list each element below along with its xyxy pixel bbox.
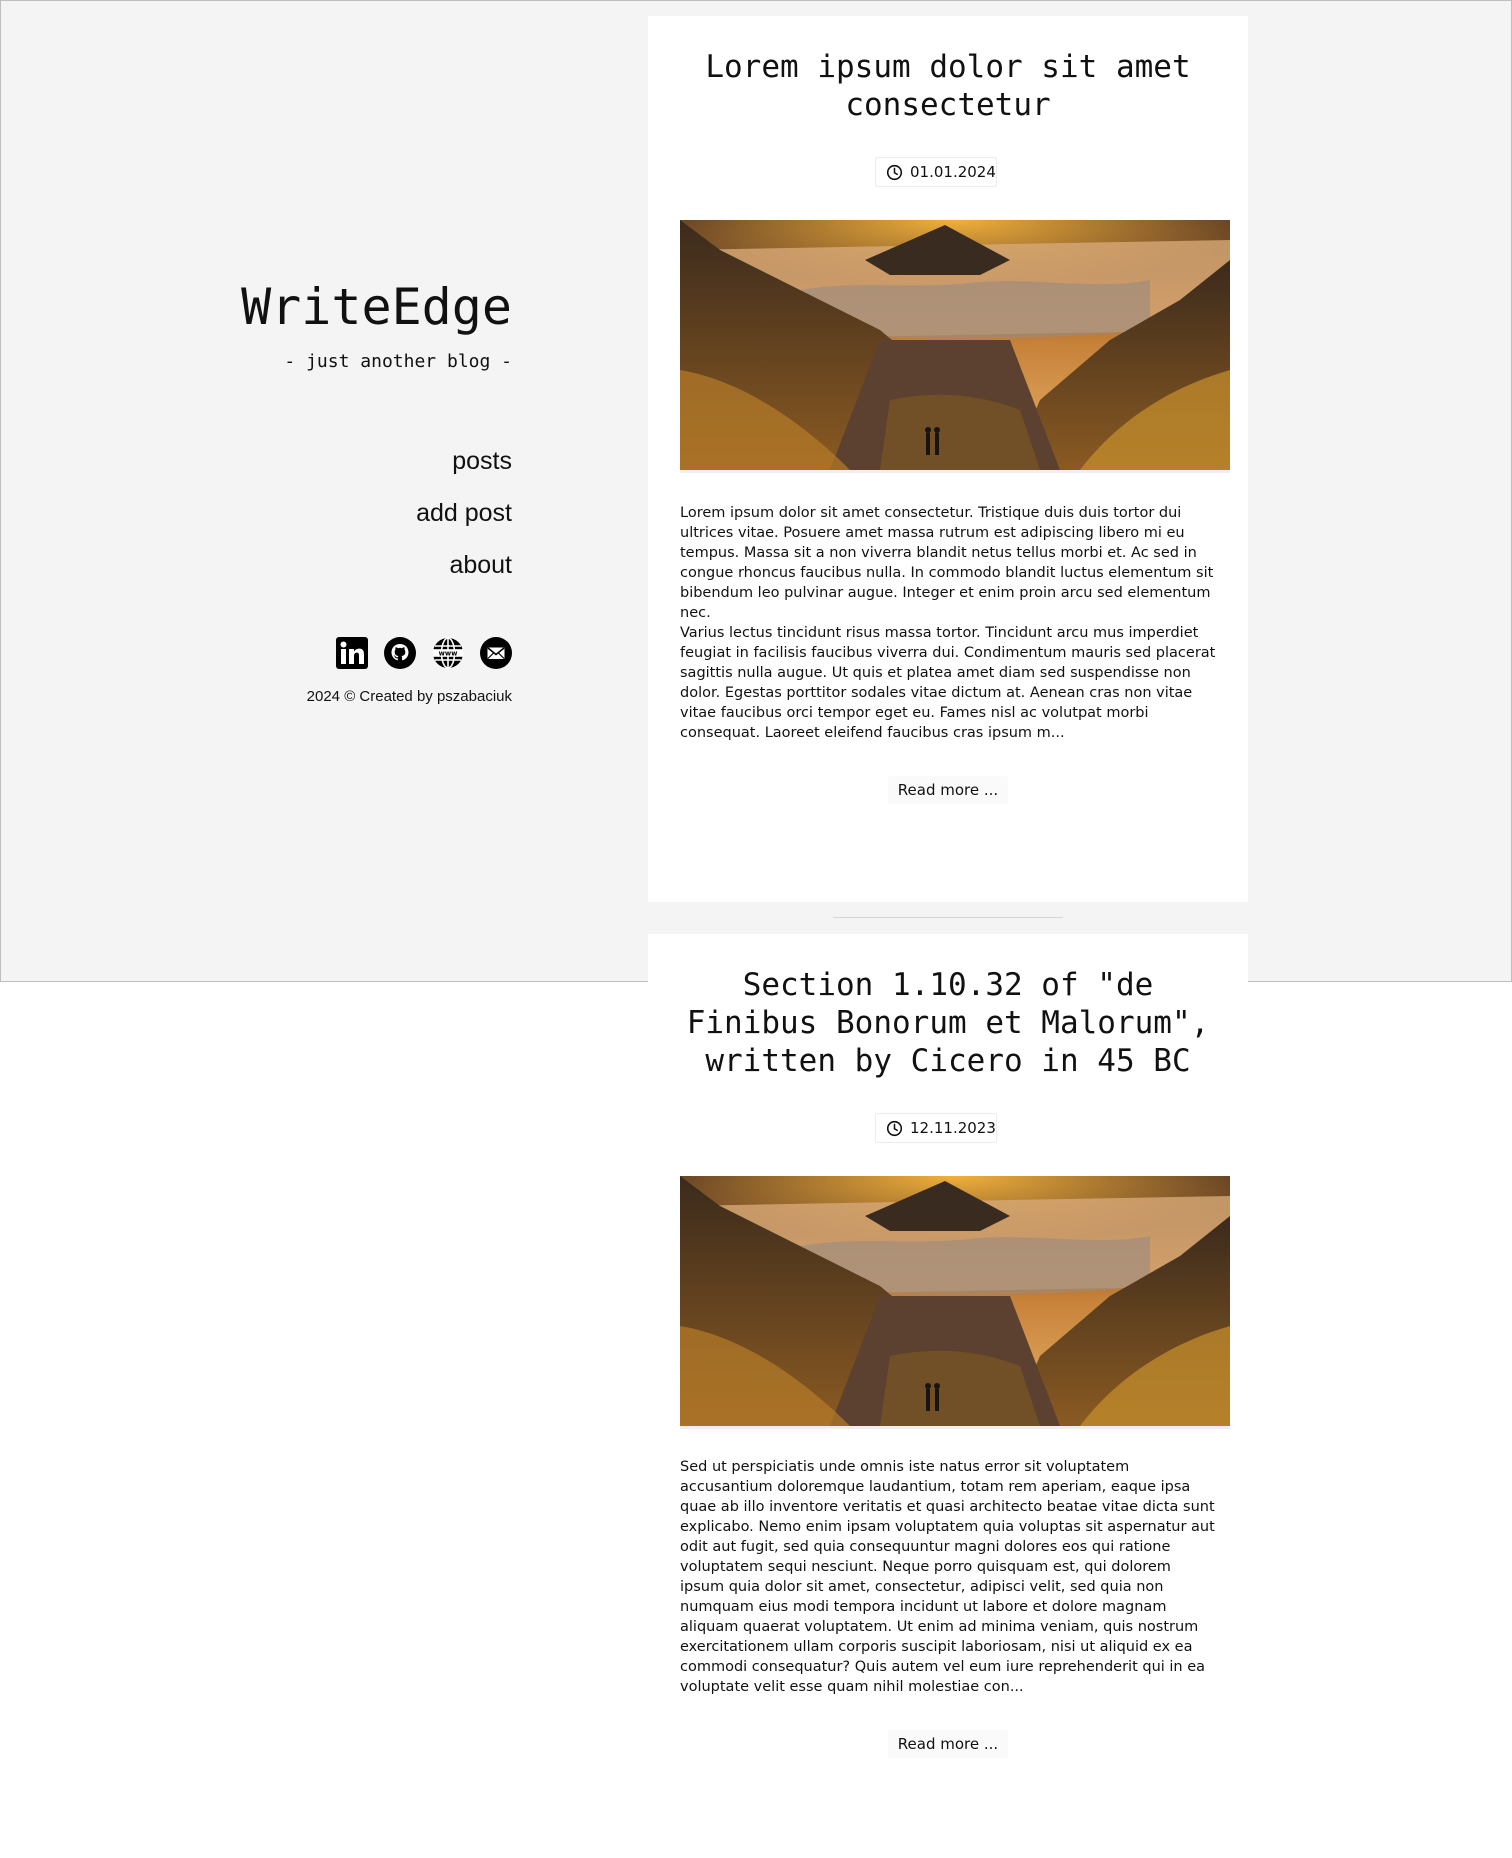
post-title[interactable]: Lorem ipsum dolor sit amet consectetur [678,48,1218,124]
social-links: www [336,637,512,669]
github-icon[interactable] [384,637,416,669]
nav-about-link[interactable]: about [416,539,512,591]
post-excerpt-paragraph: Varius lectus tincidunt risus massa tort… [680,625,1216,741]
globe-icon[interactable]: www [432,637,464,669]
sidebar: WriteEdge - just another blog - posts ad… [0,0,512,980]
linkedin-icon[interactable] [336,637,368,669]
post-date-badge: 01.01.2024 [875,157,997,187]
post-card: Lorem ipsum dolor sit amet consectetur 0… [648,16,1248,902]
post-excerpt-paragraph: Lorem ipsum dolor sit amet consectetur. … [680,505,1214,621]
site-title[interactable]: WriteEdge [241,272,512,342]
site-subtitle: - just another blog - [284,351,512,372]
copyright-text: 2024 © Created by pszabaciuk [306,688,512,705]
nav-posts-link[interactable]: posts [416,435,512,487]
post-excerpt: Sed ut perspiciatis unde omnis iste natu… [680,1457,1218,1697]
clock-icon [886,164,903,181]
post-image[interactable] [680,220,1230,473]
post-date: 12.11.2023 [910,1119,996,1137]
post-excerpt: Lorem ipsum dolor sit amet consectetur. … [680,503,1218,743]
post-separator [833,917,1063,918]
nav-add-post-link[interactable]: add post [416,487,512,539]
read-more-button[interactable]: Read more ... [888,1730,1008,1758]
post-date-badge: 12.11.2023 [875,1113,997,1143]
post-date: 01.01.2024 [910,163,996,181]
post-image[interactable] [680,1176,1230,1429]
post-card: Section 1.10.32 of "de Finibus Bonorum e… [648,934,1248,1858]
main-nav: posts add post about [416,435,512,591]
read-more-button[interactable]: Read more ... [888,776,1008,804]
svg-text:www: www [439,650,459,658]
post-title[interactable]: Section 1.10.32 of "de Finibus Bonorum e… [678,966,1218,1080]
mail-icon[interactable] [480,637,512,669]
post-excerpt-paragraph: Sed ut perspiciatis unde omnis iste natu… [680,1459,1215,1695]
clock-icon [886,1120,903,1137]
